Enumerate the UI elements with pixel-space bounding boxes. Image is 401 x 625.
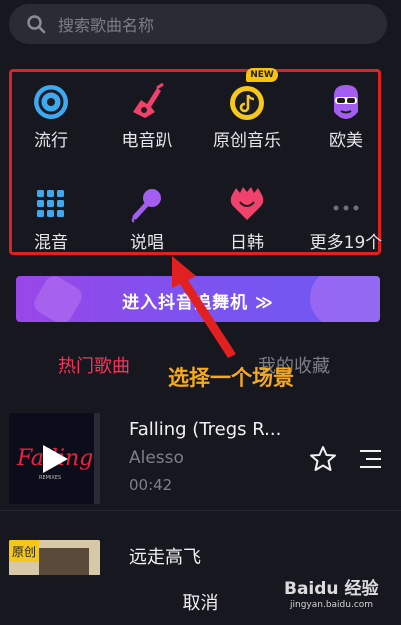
category-more[interactable]: 更多19个 bbox=[298, 172, 394, 262]
search-input[interactable]: 搜索歌曲名称 bbox=[9, 4, 387, 44]
album-cover[interactable]: Falling REMIXES bbox=[9, 413, 100, 504]
category-remix[interactable]: 混音 bbox=[3, 172, 99, 262]
song-menu-icon[interactable] bbox=[356, 447, 382, 471]
cover-badge: 原创 bbox=[12, 545, 36, 559]
category-pop[interactable]: 流行 bbox=[3, 70, 99, 160]
guitar-icon bbox=[127, 82, 167, 122]
heart-hair-icon bbox=[227, 184, 267, 224]
play-icon[interactable] bbox=[40, 443, 70, 475]
song-title: Falling (Tregs R... bbox=[129, 419, 282, 440]
new-badge: NEW bbox=[246, 68, 278, 82]
category-original[interactable]: 原创音乐 bbox=[199, 70, 295, 160]
song-duration: 00:42 bbox=[129, 476, 173, 494]
tiktok-note-icon bbox=[227, 82, 267, 122]
divider bbox=[0, 510, 401, 511]
search-icon bbox=[26, 13, 48, 35]
category-jpkr[interactable]: 日韩 bbox=[199, 172, 295, 262]
music-picker-screen: 搜索歌曲名称 流行 电音趴 原创音乐 NEW 欧美 混音 说唱 日韩 更多19个… bbox=[0, 0, 401, 625]
annotation-arrow bbox=[172, 256, 236, 358]
category-western[interactable]: 欧美 bbox=[298, 70, 394, 160]
category-rap[interactable]: 说唱 bbox=[99, 172, 195, 262]
search-placeholder: 搜索歌曲名称 bbox=[58, 16, 155, 35]
tab-hot-songs[interactable]: 热门歌曲 bbox=[58, 352, 130, 378]
category-label: 欧美 bbox=[329, 131, 363, 151]
category-label: 更多19个 bbox=[309, 233, 383, 253]
sunglasses-face-icon bbox=[326, 82, 366, 122]
category-label: 流行 bbox=[34, 131, 68, 151]
microphone-icon bbox=[127, 184, 167, 224]
favorite-star-icon[interactable] bbox=[309, 445, 337, 473]
category-label: 混音 bbox=[34, 233, 68, 253]
category-label: 原创音乐 bbox=[213, 131, 281, 151]
vinyl-icon bbox=[31, 82, 71, 122]
grid-dots-icon bbox=[31, 184, 71, 224]
song-artist: Alesso bbox=[129, 448, 184, 468]
watermark-logo: Baidu 经验 bbox=[284, 579, 379, 599]
watermark-url: jingyan.baidu.com bbox=[290, 600, 374, 610]
category-edm[interactable]: 电音趴 bbox=[99, 70, 195, 160]
annotation-text: 选择一个场景 bbox=[168, 366, 294, 390]
cover-subtitle: REMIXES bbox=[39, 475, 61, 481]
more-dots-icon bbox=[326, 184, 366, 224]
song-title: 远走高飞 bbox=[129, 547, 201, 568]
category-label: 电音趴 bbox=[121, 131, 173, 151]
song-row[interactable]: Falling REMIXES Falling (Tregs R... Ales… bbox=[0, 400, 401, 510]
